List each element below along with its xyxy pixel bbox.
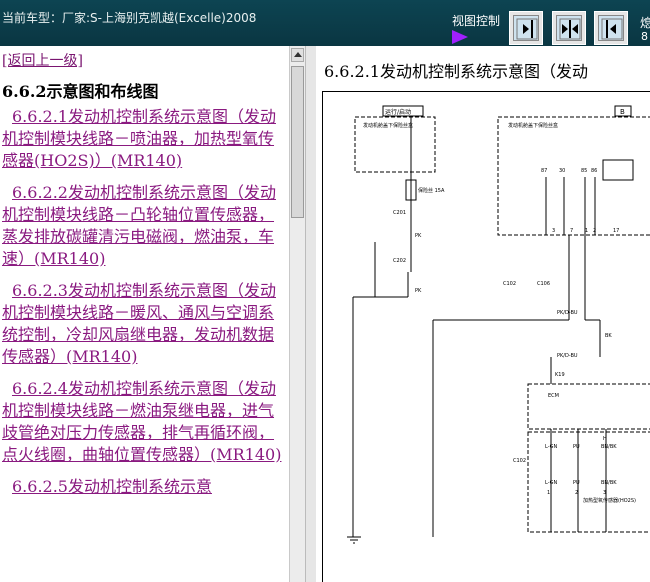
toc-pane: [返回上一级] 6.6.2示意图和布线图 6.6.2.1发动机控制系统示意图（发… [0,46,289,582]
label-c201: C201 [393,210,406,216]
label-o2-sensor: 加热型氧传感器(HO2S) [583,497,636,504]
wire-label-1: L-GN [545,444,558,450]
pin-label: 85 [581,168,587,174]
label-c102b: C102 [513,458,526,464]
top-toolbar: 当前车型：厂家:S-上海别克凯越(Excelle)2008 视图控制 熄 8 [0,0,650,46]
label-c202: C202 [393,258,406,264]
expand-left-icon [601,18,623,40]
label-run-start: 运行/启动 [385,108,411,116]
section-title: 6.6.2示意图和布线图 [2,82,159,101]
pin-label: 3 [603,490,606,496]
label-c102: C102 [503,281,516,287]
view-control-label: 视图控制 [452,14,501,28]
pin-label: 1 [585,228,588,234]
wire-label-5: PU [573,480,580,486]
pin-label: 2 [575,490,578,496]
toc-link-6-6-2-3[interactable]: 6.6.2.3发动机控制系统示意图（发动机控制模块线路－暖风、通风与空调系统控制… [2,280,286,368]
toc-scrollbar[interactable] [289,46,305,582]
label-k19: K19 [555,372,565,378]
label-pkdbu1: PK/D-BU [557,310,578,316]
label-pk1: PK [415,233,422,239]
wire-label-3: BN/BK [601,444,617,450]
wire-label-2: PU [573,444,580,450]
label-fuse-box: 发动机舱盖下保险丝盒 [363,122,413,129]
label-pk2: PK [415,288,422,294]
view-control-arrow-icon [452,30,468,44]
toc-link-6-6-2-5[interactable]: 6.6.2.5发动机控制系统示意 [2,476,286,498]
pin-label: 86 [591,168,597,174]
current-vehicle-text: 当前车型：厂家:S-上海别克凯越(Excelle)2008 [2,11,257,25]
pin-label: H [603,436,607,442]
diagram-title: 6.6.2.1发动机控制系统示意图（发动 [324,62,588,81]
toc-link-6-6-2-2[interactable]: 6.6.2.2发动机控制系统示意图（发动机控制模块线路－凸轮轴位置传感器，蒸发排… [2,182,286,270]
content-pane: 6.6.2.1发动机控制系统示意图（发动 运行/启动 B 发动机舱盖下保险丝盒 … [316,46,650,582]
collapse-left-icon [516,18,538,40]
pin-label: 17 [613,228,619,234]
wire-label-4: L-GN [545,480,558,486]
back-link[interactable]: [返回上一级] [2,50,83,70]
pin-label: 3 [552,228,555,234]
collapse-left-button[interactable] [509,11,543,45]
expand-left-button[interactable] [594,11,628,45]
toc-link-6-6-2-1[interactable]: 6.6.2.1发动机控制系统示意图（发动机控制模块线路－喷油器，加热型氧传感器(… [2,106,286,172]
label-b: B [620,108,625,116]
corner-glyph-bottom: 8 [641,30,648,43]
pin-label: 1 [547,490,550,496]
scroll-up-icon[interactable] [291,48,304,62]
toc-list: 6.6.2.1发动机控制系统示意图（发动机控制模块线路－喷油器，加热型氧传感器(… [2,106,286,498]
wire-label-6: BN/BK [601,480,617,486]
corner-glyph-top: 熄 [640,16,650,30]
label-fuse: 保险丝 15A [418,187,445,194]
label-c106: C106 [537,281,550,287]
label-relay-box: 发动机舱盖下保险丝盒 [508,122,558,129]
pin-label: 30 [559,168,565,174]
split-view-button[interactable] [552,11,586,45]
wiring-diagram: 运行/启动 B 发动机舱盖下保险丝盒 保险丝 15A 发动机舱盖下保险丝盒 C2… [322,91,650,582]
split-view-icon [559,18,581,40]
label-pkdbu2: PK/D-BU [557,353,578,359]
toc-link-6-6-2-4[interactable]: 6.6.2.4发动机控制系统示意图（发动机控制模块线路－燃油泵继电器，进气歧管绝… [2,378,286,466]
label-ecm: ECM [548,393,559,399]
pin-label: 2 [593,228,596,234]
wiring-diagram-svg: 运行/启动 B 发动机舱盖下保险丝盒 保险丝 15A 发动机舱盖下保险丝盒 C2… [347,105,650,544]
pin-label: 7 [570,228,573,234]
label-bk: BK [605,333,612,339]
scroll-thumb[interactable] [291,66,304,218]
pin-label: 87 [541,168,547,174]
